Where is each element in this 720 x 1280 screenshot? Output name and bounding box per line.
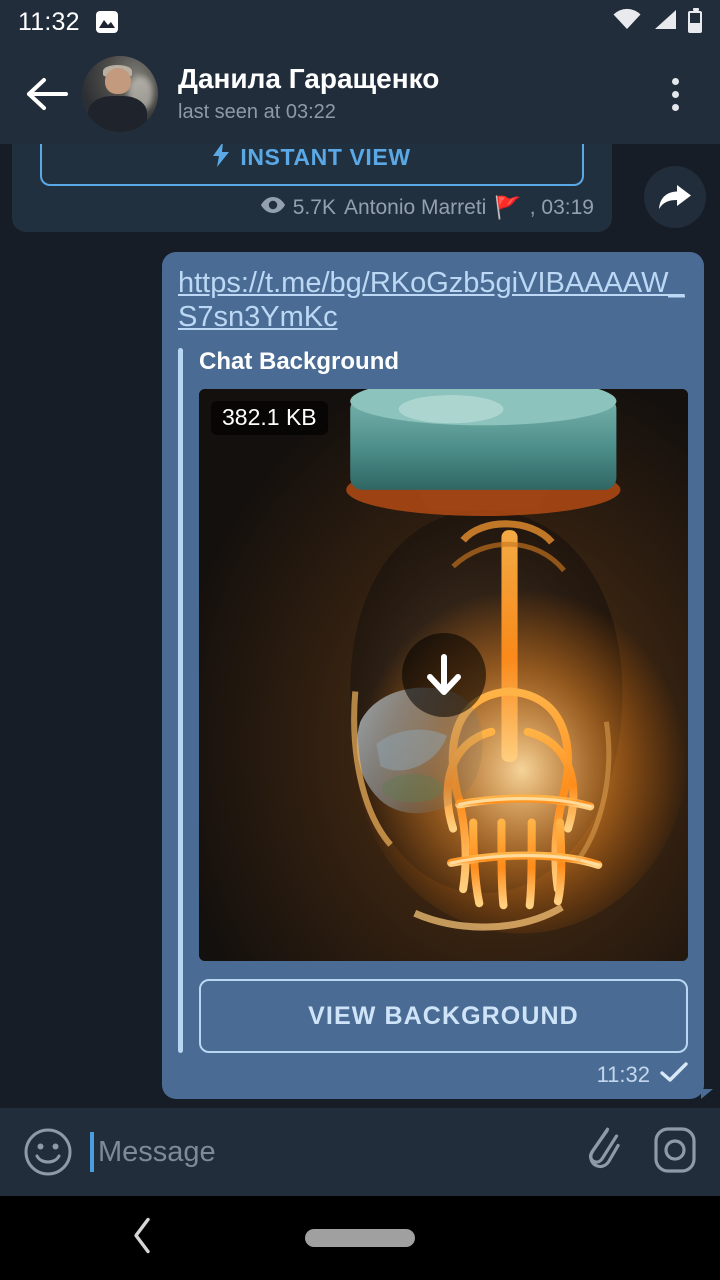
sent-check-icon: [660, 1061, 688, 1089]
chat-header: Данила Гаращенко last seen at 03:22: [0, 44, 720, 144]
instant-view-label: INSTANT VIEW: [240, 144, 411, 170]
battery-icon: [688, 8, 702, 33]
status-bar: 11:32: [0, 0, 720, 44]
link-preview[interactable]: Chat Background 382.1 KB VIEW BACKGROUND: [178, 348, 688, 1054]
contact-name: Данила Гаращенко: [178, 63, 440, 95]
view-background-label: VIEW BACKGROUND: [308, 1001, 579, 1030]
message-placeholder: Message: [98, 1135, 216, 1168]
paperclip-icon[interactable]: [580, 1126, 624, 1179]
outgoing-message-time: 11:32: [596, 1062, 650, 1088]
incoming-message[interactable]: INSTANT VIEW 5.7K Antonio Marreti 🚩 , 03…: [12, 144, 612, 232]
overflow-menu-icon[interactable]: [650, 66, 700, 122]
view-count-group: 5.7K: [260, 196, 336, 220]
lightning-bolt-icon: [213, 144, 230, 172]
outgoing-bubble: https://t.me/bg/RKoGzb5giVIBAAAAW_S7sn3Y…: [162, 252, 713, 1100]
chevron-left-icon[interactable]: [130, 1216, 156, 1261]
status-bar-clock: 11:32: [18, 7, 80, 36]
outgoing-message[interactable]: https://t.me/bg/RKoGzb5giVIBAAAAW_S7sn3Y…: [162, 252, 713, 1100]
forward-arrow-icon[interactable]: [644, 166, 706, 228]
eye-icon: [260, 196, 286, 220]
home-pill-icon[interactable]: [305, 1229, 415, 1247]
text-cursor: [90, 1132, 94, 1172]
incoming-message-time: , 03:19: [529, 196, 594, 219]
smiley-face-icon[interactable]: [22, 1126, 74, 1178]
cellular-signal-icon: [652, 8, 678, 36]
camera-icon[interactable]: [652, 1126, 698, 1179]
image-icon: [95, 11, 118, 33]
contact-status: last seen at 03:22: [178, 100, 336, 123]
message-author: Antonio Marreti: [343, 196, 487, 219]
system-navigation-bar: [0, 1196, 720, 1280]
flag-emoji-icon: 🚩: [494, 195, 522, 220]
incoming-message-meta: 5.7K Antonio Marreti 🚩 , 03:19: [26, 196, 598, 220]
view-background-button[interactable]: VIEW BACKGROUND: [199, 979, 688, 1054]
avatar[interactable]: [82, 56, 158, 132]
instant-view-button[interactable]: INSTANT VIEW: [40, 144, 584, 186]
outgoing-message-meta: 11:32: [178, 1061, 688, 1089]
message-link[interactable]: https://t.me/bg/RKoGzb5giVIBAAAAW_S7sn3Y…: [178, 266, 688, 334]
preview-title: Chat Background: [199, 348, 400, 376]
message-input[interactable]: Message: [90, 1126, 568, 1178]
message-input-bar: Message: [0, 1108, 720, 1196]
message-list[interactable]: INSTANT VIEW 5.7K Antonio Marreti 🚩 , 03…: [0, 144, 720, 1108]
view-count: 5.7K: [292, 196, 336, 219]
back-button[interactable]: [20, 67, 74, 121]
file-size-badge: 382.1 KB: [211, 401, 328, 436]
preview-image[interactable]: 382.1 KB: [199, 389, 688, 962]
download-arrow-icon[interactable]: [401, 633, 486, 718]
wifi-icon: [612, 8, 642, 36]
incoming-bubble: INSTANT VIEW 5.7K Antonio Marreti 🚩 , 03…: [12, 144, 612, 232]
status-bar-indicators: [612, 8, 702, 36]
header-text-block[interactable]: Данила Гаращенко last seen at 03:22: [178, 63, 439, 124]
telegram-chat-screen: 11:32 Данила Гаращенко last seen at 03:2…: [0, 0, 720, 1280]
